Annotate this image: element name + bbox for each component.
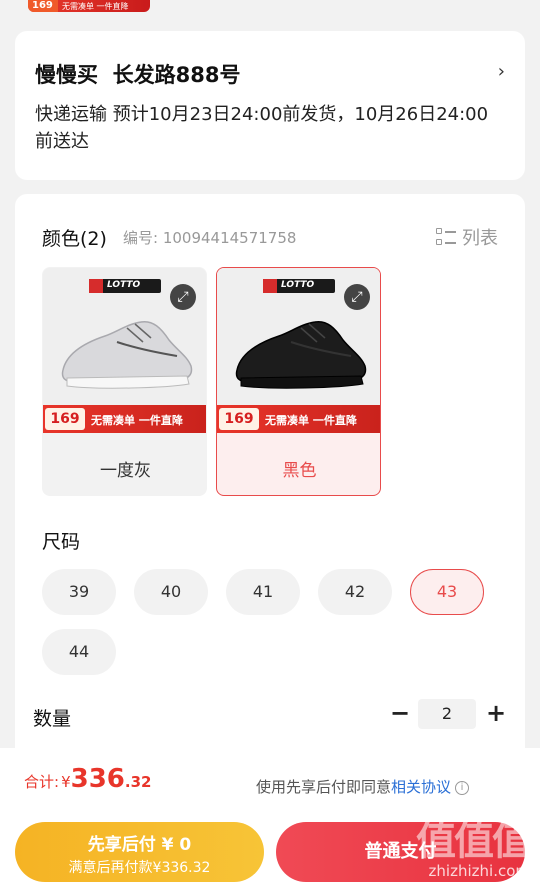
price-strip: 169 无需凑单 一件直降 [217,405,380,433]
color-label: 黑色 [282,461,317,481]
size-option-44[interactable]: 44 [42,629,116,675]
pay-later-button[interactable]: 先享后付 ¥ 0 满意后再付款¥336.32 [15,822,264,882]
product-image: LOTTO ⤢ 169 无需凑单 一件直降 [43,268,206,433]
quantity-title: 数量 [33,708,72,730]
pay-later-label: 先享后付 ¥ 0 [87,835,192,855]
total-integer: 336 [70,764,125,794]
promo-text: 无需凑单 一件直降 [91,414,183,427]
color-label: 一度灰 [100,461,151,481]
watermark-logo: 值值值 [416,818,532,864]
total-price: 合计: ¥ 336 .32 [24,764,151,794]
agreement-link[interactable]: 相关协议 [391,778,451,796]
list-view-toggle[interactable]: 列表 [436,224,498,250]
promo-text: 无需凑单 一件直降 [62,1,129,11]
promo-strip: 169 无需凑单 一件直降 [28,0,150,12]
size-title: 尺码 [42,531,81,553]
delivery-estimate: 快递运输 预计10月23日24:00前发货，10月26日24:00前送达 [35,104,489,152]
pay-later-subtitle: 满意后再付款¥336.32 [68,860,211,876]
expand-icon[interactable]: ⤢ [170,284,196,310]
currency-symbol: ¥ [61,773,71,791]
promo-price: 169 [28,0,58,12]
quantity-input[interactable]: 2 [418,699,476,729]
price-badge: 169 [45,408,85,430]
quantity-decrease-button[interactable]: − [389,701,411,727]
address-card[interactable]: 慢慢买 长发路888号 › 快递运输 预计10月23日24:00前发货，10月2… [15,31,525,180]
receiver-name: 慢慢买 [35,63,98,87]
list-label: 列表 [462,228,498,249]
lotto-logo: LOTTO [263,279,335,293]
total-decimal: .32 [124,773,152,791]
expand-icon[interactable]: ⤢ [344,284,370,310]
chevron-right-icon[interactable]: › [498,61,505,82]
watermark: 值值值 zhizhizhi.com [416,808,532,880]
agreement-text: 使用先享后付即同意相关协议 i [256,776,470,797]
color-option-black[interactable]: LOTTO ⤢ 169 无需凑单 一件直降 黑色 [216,267,381,496]
shoe-image [235,320,367,389]
quantity-increase-button[interactable]: + [485,701,507,727]
lotto-logo: LOTTO [89,279,161,293]
sku-selector: 颜色(2) 编号: 10094414571758 列表 LOTTO ⤢ 169 … [15,194,525,754]
color-title: 颜色(2) [42,228,107,250]
total-label: 合计: [24,773,60,791]
price-strip: 169 无需凑单 一件直降 [43,405,206,433]
street: 长发路888号 [112,63,241,87]
shoe-image [61,320,193,389]
address-line: 慢慢买 长发路888号 [35,59,240,89]
size-option-42[interactable]: 42 [318,569,392,615]
color-option-gray[interactable]: LOTTO ⤢ 169 无需凑单 一件直降 一度灰 [42,267,207,496]
size-option-41[interactable]: 41 [226,569,300,615]
product-image: LOTTO ⤢ 169 无需凑单 一件直降 [217,268,380,433]
watermark-domain: zhizhizhi.com [428,862,530,880]
product-code: 编号: 10094414571758 [123,229,297,247]
promo-text: 无需凑单 一件直降 [265,414,357,427]
size-option-39[interactable]: 39 [42,569,116,615]
size-option-40[interactable]: 40 [134,569,208,615]
price-badge: 169 [219,408,259,430]
list-icon [436,228,456,246]
size-option-43[interactable]: 43 [410,569,484,615]
info-icon[interactable]: i [455,780,470,795]
